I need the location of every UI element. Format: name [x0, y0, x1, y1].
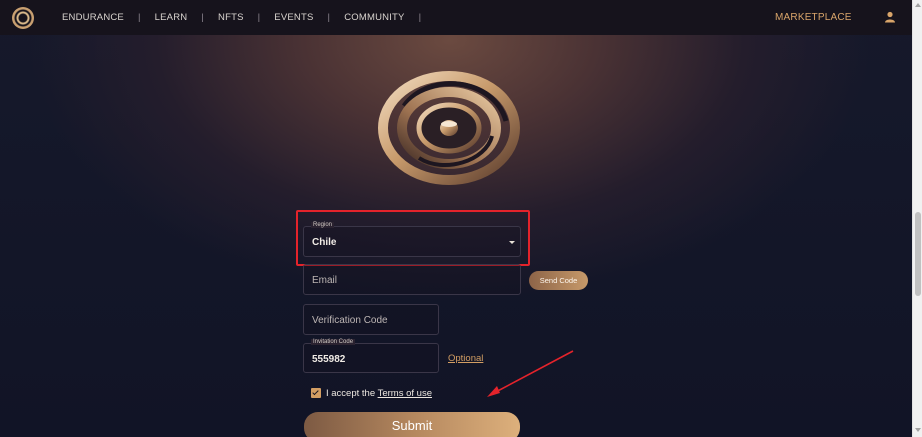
hero-ring-logo-icon [378, 71, 520, 185]
nav-item-nfts[interactable]: NFTS [218, 12, 244, 23]
email-placeholder: Email [312, 275, 338, 286]
region-select[interactable]: Region Chile [303, 222, 521, 257]
checkmark-icon [312, 388, 319, 396]
invitation-code-value: 555982 [312, 354, 346, 365]
invitation-code-label: Invitation Code [311, 339, 356, 345]
nav-separator: | [201, 12, 205, 23]
ring-logo-icon[interactable] [12, 7, 34, 29]
verification-code-field[interactable]: Verification Code [303, 304, 439, 335]
nav-separator: | [418, 12, 422, 23]
terms-of-use-link[interactable]: Terms of use [378, 388, 432, 399]
scroll-up-icon[interactable] [915, 3, 921, 7]
user-icon[interactable] [884, 11, 896, 23]
nav-item-marketplace[interactable]: MARKETPLACE [775, 12, 852, 23]
nav-item-endurance[interactable]: ENDURANCE [62, 12, 124, 23]
nav-links: ENDURANCE | LEARN | NFTS | EVENTS | COMM… [62, 12, 435, 23]
region-value: Chile [312, 237, 337, 248]
email-field[interactable]: Email [303, 264, 521, 295]
nav-item-community[interactable]: COMMUNITY [344, 12, 404, 23]
chevron-down-icon [509, 241, 515, 244]
nav-separator: | [137, 12, 141, 23]
region-label: Region [311, 222, 335, 228]
nav-separator: | [257, 12, 261, 23]
nav-item-events[interactable]: EVENTS [274, 12, 313, 23]
page-scrollbar[interactable] [912, 0, 922, 437]
verification-code-placeholder: Verification Code [312, 315, 388, 326]
optional-link[interactable]: Optional [448, 353, 483, 364]
scroll-down-icon[interactable] [915, 428, 921, 432]
accept-terms-text: I accept the Terms of use [326, 388, 432, 399]
nav-item-learn[interactable]: LEARN [155, 12, 188, 23]
nav-separator: | [327, 12, 331, 23]
scroll-thumb[interactable] [915, 212, 921, 296]
top-nav: ENDURANCE | LEARN | NFTS | EVENTS | COMM… [0, 0, 912, 35]
invitation-code-field[interactable]: Invitation Code 555982 [303, 339, 439, 373]
accept-prefix: I accept the [326, 388, 378, 399]
terms-checkbox[interactable] [311, 388, 321, 398]
submit-button[interactable]: Submit [304, 412, 520, 437]
send-code-button[interactable]: Send Code [529, 271, 588, 290]
